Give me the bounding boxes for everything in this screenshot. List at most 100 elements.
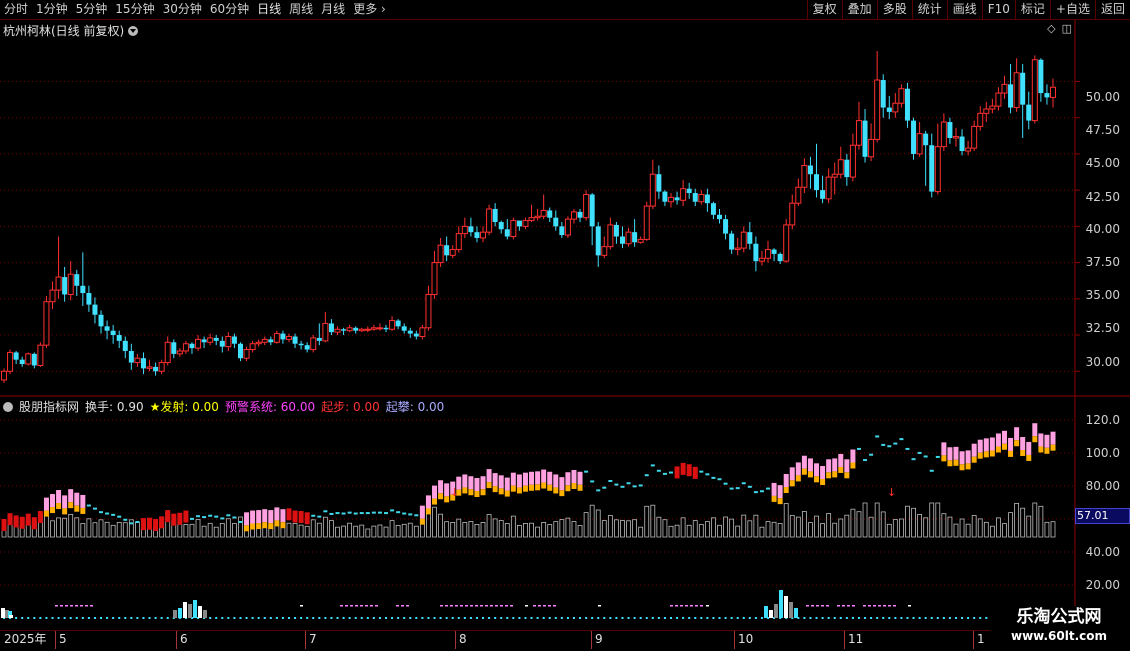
candle-body xyxy=(674,197,680,201)
baseline-dot xyxy=(864,617,867,619)
signal-block xyxy=(783,474,789,488)
signal-block xyxy=(832,458,838,472)
pink-dash xyxy=(816,605,819,607)
baseline-dot xyxy=(160,617,163,619)
indicator-bar xyxy=(201,525,207,538)
signal-block xyxy=(438,480,444,494)
candle-body xyxy=(243,349,250,359)
baseline-dot xyxy=(572,617,575,619)
signal-block xyxy=(13,515,19,528)
pink-dash xyxy=(396,605,399,607)
signal-block xyxy=(553,487,559,494)
candle-body xyxy=(777,253,783,262)
signal-block xyxy=(1050,431,1056,445)
baseline-dot xyxy=(372,617,375,619)
indicator-bar xyxy=(523,523,528,538)
indicator-bar xyxy=(656,516,662,538)
indicator-bar xyxy=(432,506,437,538)
candle-body xyxy=(268,339,274,343)
baseline-dot xyxy=(45,617,48,619)
signal-block xyxy=(50,507,56,514)
bottom-histogram-bar xyxy=(183,602,187,618)
candle-body xyxy=(189,343,195,349)
baseline-dot xyxy=(433,617,436,619)
indicator-bar xyxy=(571,521,577,538)
signal-block xyxy=(971,456,977,463)
indicator-bar xyxy=(116,522,122,538)
signal-block xyxy=(535,471,541,485)
indicator-bar xyxy=(359,524,365,538)
band-dash xyxy=(384,512,389,515)
candle-body xyxy=(261,338,268,343)
candle-body xyxy=(820,190,826,199)
signal-block xyxy=(1020,437,1026,451)
candle-body xyxy=(67,273,74,295)
signal-block xyxy=(438,493,444,500)
indicator-bar xyxy=(110,524,116,538)
watermark-title: 乐淘公式网 xyxy=(1016,607,1102,627)
signal-block xyxy=(1044,447,1050,454)
band-dash xyxy=(590,480,595,483)
indicator-bar xyxy=(941,513,947,538)
baseline-dot xyxy=(142,617,145,619)
indicator-tick: 80.00 xyxy=(1085,479,1120,493)
indicator-bar xyxy=(389,520,395,538)
band-dash xyxy=(717,478,722,481)
candle-body xyxy=(25,353,32,365)
candle-body xyxy=(789,202,796,226)
indicator-bar xyxy=(474,524,480,538)
baseline-dot xyxy=(136,617,139,619)
baseline-dot xyxy=(621,617,624,619)
band-dash xyxy=(650,464,655,467)
candle-body xyxy=(346,327,353,332)
signal-block xyxy=(789,480,795,487)
date-tick: 5 xyxy=(55,631,67,649)
signal-block xyxy=(529,484,535,491)
indicator-tick: 20.00 xyxy=(1085,578,1120,592)
indicator-menu-icon[interactable] xyxy=(3,402,13,412)
indicator-bar xyxy=(565,517,571,538)
candle-body xyxy=(364,328,371,331)
baseline-dot xyxy=(518,617,521,619)
indicator-name[interactable]: 股朋指标网 xyxy=(19,400,79,414)
indicator-bar xyxy=(698,524,704,538)
pink-dash xyxy=(690,605,693,607)
indicator-bar xyxy=(711,517,716,538)
signal-block xyxy=(959,464,965,471)
baseline-dot xyxy=(718,617,721,619)
band-dash xyxy=(929,469,934,472)
diamond-icon[interactable]: ◇ xyxy=(1047,22,1055,35)
candle-body xyxy=(698,193,705,203)
baseline-dot xyxy=(209,617,212,619)
band-dash xyxy=(875,435,880,438)
baseline-dot xyxy=(227,617,230,619)
signal-block xyxy=(31,517,37,530)
indicator-bar xyxy=(783,503,789,538)
band-dash xyxy=(371,511,376,514)
bottom-histogram-bar xyxy=(198,606,202,618)
baseline-dot xyxy=(639,617,642,619)
baseline-dot xyxy=(530,617,533,619)
signal-block xyxy=(947,447,953,461)
signal-block xyxy=(432,498,438,505)
baseline-dot xyxy=(166,617,169,619)
indicator-bar xyxy=(892,519,898,538)
signal-block xyxy=(820,478,826,485)
baseline-dot xyxy=(651,617,654,619)
chart-tools: ◇ ◫ xyxy=(1047,22,1072,35)
baseline-dot xyxy=(93,617,96,619)
chart-canvas[interactable] xyxy=(0,0,1130,650)
window-toggle-icon[interactable]: ◫ xyxy=(1062,22,1072,35)
band-dash xyxy=(99,511,104,514)
candle-body xyxy=(522,220,529,227)
signal-block xyxy=(995,433,1001,447)
signal-block xyxy=(486,482,492,489)
date-tick: 2025年 xyxy=(4,632,47,646)
pink-dash xyxy=(878,605,881,607)
price-tick: 30.00 xyxy=(1085,355,1120,369)
band-dash xyxy=(123,518,128,521)
signal-block xyxy=(850,462,856,469)
indicator-bar xyxy=(401,523,407,538)
signal-block xyxy=(480,489,486,496)
title-dropdown-icon[interactable] xyxy=(128,26,139,36)
